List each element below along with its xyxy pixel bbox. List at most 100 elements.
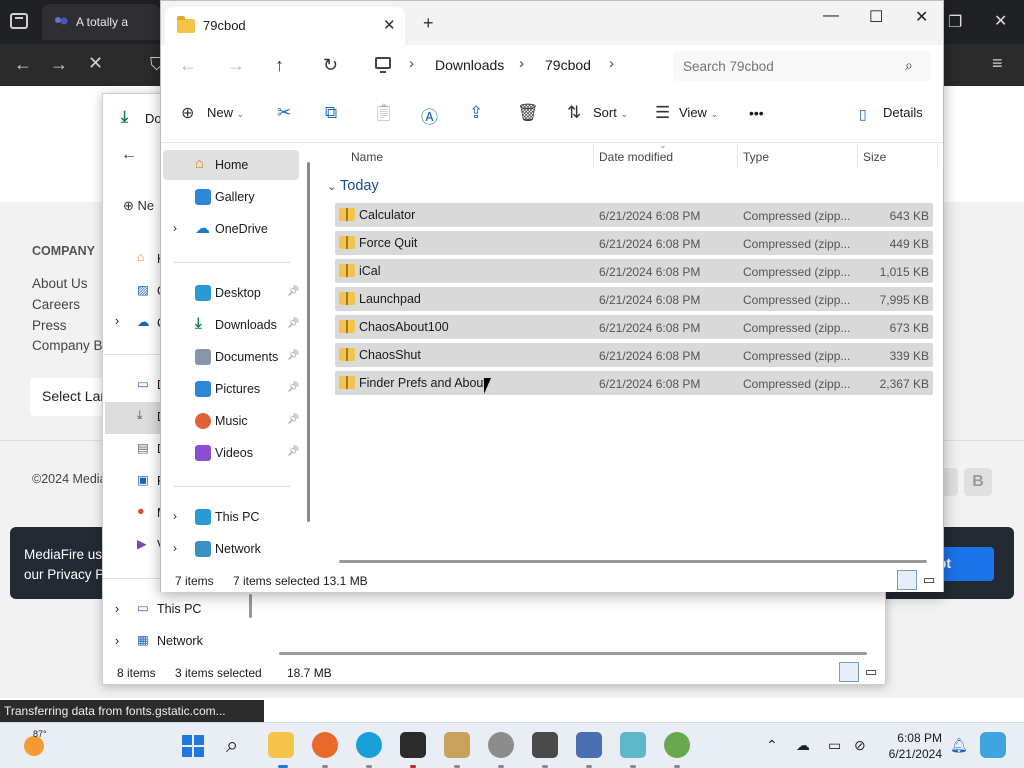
- notes-icon[interactable]: [620, 732, 646, 758]
- new-tab-icon[interactable]: +: [423, 13, 434, 34]
- globe-app-icon[interactable]: [664, 732, 690, 758]
- explorer-tab-79cbod[interactable]: 79cbod ✕: [165, 7, 405, 45]
- file-row[interactable]: Calculator 6/21/2024 6:08 PM Compressed …: [335, 203, 933, 227]
- edge-icon[interactable]: [356, 732, 382, 758]
- sidebar-item-network[interactable]: Network: [157, 634, 203, 648]
- clapperboard-icon[interactable]: [532, 732, 558, 758]
- pin-icon[interactable]: 📌︎: [287, 318, 300, 329]
- file-row[interactable]: iCal 6/21/2024 6:08 PM Compressed (zipp.…: [335, 259, 933, 283]
- file-row[interactable]: Force Quit 6/21/2024 6:08 PM Compressed …: [335, 231, 933, 255]
- breadcrumb-79cbod[interactable]: 79cbod: [545, 57, 591, 73]
- sidebar-item-desktop[interactable]: Desktop 📌︎: [163, 278, 300, 308]
- notepad-icon[interactable]: [444, 732, 470, 758]
- file-row[interactable]: Launchpad 6/21/2024 6:08 PM Compressed (…: [335, 287, 933, 311]
- footer-link-careers[interactable]: Careers: [32, 297, 80, 312]
- tiles-view-icon[interactable]: ▭: [923, 572, 935, 588]
- sidebar-item-videos[interactable]: Videos 📌︎: [163, 438, 300, 468]
- search-box[interactable]: ⌕: [673, 51, 931, 81]
- sidebar-item-this-pc[interactable]: This PC: [157, 602, 201, 616]
- firefox-icon[interactable]: [312, 732, 338, 758]
- view-button[interactable]: View ⌄: [679, 105, 718, 120]
- forward-arrow-icon[interactable]: →: [227, 55, 245, 76]
- sidebar-item-downloads[interactable]: ⤓ Downloads 📌︎: [163, 310, 300, 340]
- social-b-icon[interactable]: B: [964, 468, 992, 496]
- book-icon[interactable]: [576, 732, 602, 758]
- network-status-icon[interactable]: ⊘: [854, 737, 866, 754]
- chevron-up-icon[interactable]: ⌃: [766, 737, 778, 754]
- pin-icon[interactable]: 📌︎: [287, 382, 300, 393]
- chevron-right-icon[interactable]: ›: [173, 221, 177, 235]
- close-tab-icon[interactable]: ✕: [383, 16, 396, 34]
- sidebar-scrollbar[interactable]: [307, 162, 310, 522]
- footer-link-press[interactable]: Press: [32, 318, 67, 333]
- group-header-today[interactable]: ⌄ Today: [327, 178, 379, 194]
- explorer-tab-downloads[interactable]: ⤓ Do: [111, 102, 167, 132]
- column-separator[interactable]: [593, 144, 594, 168]
- more-options-button[interactable]: •••: [749, 105, 764, 121]
- column-header-name[interactable]: Name: [351, 150, 383, 164]
- sidebar-item-network[interactable]: › Network: [163, 534, 299, 564]
- terminal-icon[interactable]: [400, 732, 426, 758]
- column-separator[interactable]: [937, 144, 938, 168]
- details-view-toggle[interactable]: [897, 570, 917, 590]
- search-input[interactable]: [683, 57, 893, 75]
- cookie-text-line-2[interactable]: our Privacy P: [24, 565, 108, 585]
- new-button[interactable]: ⊕ Ne: [123, 198, 154, 214]
- close-window-icon[interactable]: ✕: [915, 7, 928, 27]
- pin-icon[interactable]: 📌︎: [287, 446, 300, 457]
- sidebar-item-this-pc[interactable]: › This PC: [163, 502, 299, 532]
- chevron-right-icon[interactable]: ›: [115, 634, 119, 648]
- maximize-icon[interactable]: ☐: [869, 7, 883, 27]
- back-arrow-icon[interactable]: ←: [14, 54, 32, 75]
- tab-manager-icon[interactable]: [10, 13, 28, 29]
- menu-icon[interactable]: ≡: [992, 53, 1003, 74]
- chevron-right-icon[interactable]: ›: [173, 509, 177, 523]
- start-icon[interactable]: [181, 734, 205, 758]
- pin-icon[interactable]: 📌︎: [287, 286, 300, 297]
- delete-icon[interactable]: 🗑︎: [517, 103, 539, 123]
- search-icon[interactable]: ⌕: [226, 732, 238, 758]
- breadcrumb-separator-icon[interactable]: ›: [409, 55, 414, 72]
- chevron-right-icon[interactable]: ›: [115, 602, 119, 616]
- stop-loading-icon[interactable]: ✕: [88, 53, 103, 74]
- pin-icon[interactable]: 📌︎: [287, 350, 300, 361]
- refresh-icon[interactable]: ↻: [323, 55, 338, 76]
- breadcrumb-separator-icon[interactable]: ›: [609, 55, 614, 72]
- language-select[interactable]: Select Lan: [30, 378, 110, 416]
- file-row[interactable]: ChaosShut 6/21/2024 6:08 PM Compressed (…: [335, 343, 933, 367]
- clock[interactable]: 6:08 PM 6/21/2024: [884, 730, 942, 762]
- details-view-toggle[interactable]: [839, 662, 859, 682]
- restore-icon[interactable]: ❐: [948, 12, 962, 32]
- breadcrumb-separator-icon[interactable]: ›: [519, 55, 524, 72]
- column-separator[interactable]: [857, 144, 858, 168]
- chevron-right-icon[interactable]: ›: [115, 314, 119, 328]
- footer-link-about[interactable]: About Us: [32, 276, 88, 291]
- column-header-date[interactable]: Date modified: [599, 150, 673, 164]
- media-player-icon[interactable]: [488, 732, 514, 758]
- new-button[interactable]: New ⌄: [207, 105, 244, 120]
- sidebar-selected-item[interactable]: [105, 402, 163, 434]
- minimize-icon[interactable]: —: [823, 7, 839, 25]
- pin-icon[interactable]: 📌︎: [287, 414, 300, 425]
- onedrive-offline-icon[interactable]: ☁: [796, 737, 810, 754]
- breadcrumb-downloads[interactable]: Downloads: [435, 57, 504, 73]
- sidebar-item-gallery[interactable]: Gallery: [163, 182, 299, 212]
- horizontal-scrollbar[interactable]: [279, 652, 867, 655]
- column-separator[interactable]: [737, 144, 738, 168]
- column-header-size[interactable]: Size: [863, 150, 886, 164]
- tiles-view-icon[interactable]: ▭: [865, 664, 877, 680]
- copy-icon[interactable]: ⧉: [325, 103, 337, 123]
- sidebar-item-music[interactable]: Music 📌︎: [163, 406, 300, 436]
- cut-icon[interactable]: ✂: [277, 103, 291, 123]
- file-explorer-icon[interactable]: [268, 732, 294, 758]
- file-row[interactable]: ChaosAbout100 6/21/2024 6:08 PM Compress…: [335, 315, 933, 339]
- column-header-type[interactable]: Type: [743, 150, 769, 164]
- sidebar-item-documents[interactable]: Documents 📌︎: [163, 342, 300, 372]
- sort-button[interactable]: Sort ⌄: [593, 105, 628, 120]
- chevron-right-icon[interactable]: ›: [173, 541, 177, 555]
- forward-arrow-icon[interactable]: →: [50, 54, 68, 75]
- sidebar-scrollbar[interactable]: [249, 594, 252, 618]
- sidebar-item-onedrive[interactable]: › ☁ OneDrive: [163, 214, 299, 244]
- back-arrow-icon[interactable]: ←: [179, 55, 197, 76]
- footer-link-blog[interactable]: Company Bl: [32, 338, 106, 353]
